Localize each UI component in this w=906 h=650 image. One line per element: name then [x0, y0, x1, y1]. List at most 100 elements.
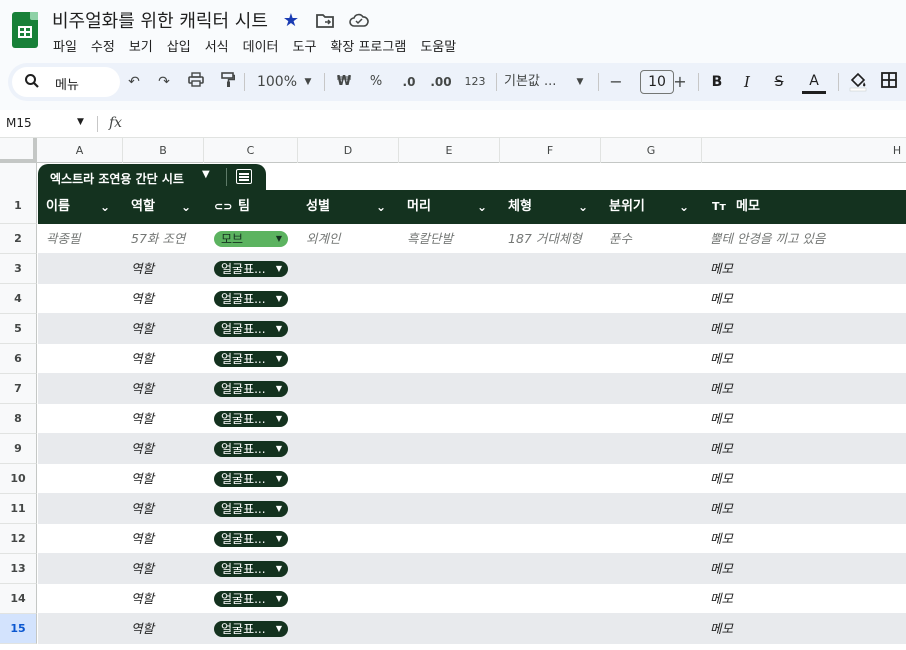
cell-gender[interactable]: [306, 254, 402, 284]
cell-mood[interactable]: [609, 464, 705, 494]
menu-view[interactable]: 보기: [122, 36, 160, 55]
redo-icon[interactable]: ↷: [154, 72, 174, 92]
cell-name[interactable]: [46, 254, 122, 284]
cell-body[interactable]: [508, 284, 604, 314]
sheet-grid[interactable]: A B C D E F G H 1 2 3 4 5 6 7 8 9 10 11 12 13 14 15 엑스…: [0, 138, 906, 650]
cell-name[interactable]: [46, 464, 122, 494]
document-title[interactable]: 비주얼화를 위한 캐릭터 시트: [52, 7, 268, 33]
menu-help[interactable]: 도움말: [413, 36, 463, 55]
column-header-g[interactable]: G: [601, 138, 702, 163]
cell-hair[interactable]: [407, 404, 503, 434]
cell-mood[interactable]: [609, 374, 705, 404]
table-header-memo[interactable]: Tт 메모: [702, 190, 906, 224]
cell-hair[interactable]: [407, 524, 503, 554]
chip-caret-icon[interactable]: ▼: [276, 381, 282, 397]
row-header[interactable]: 12: [0, 524, 37, 554]
cell-hair[interactable]: 흑칼단발: [407, 224, 503, 254]
cell-gender[interactable]: [306, 464, 402, 494]
cell-gender[interactable]: [306, 494, 402, 524]
row-header[interactable]: 11: [0, 494, 37, 524]
menu-file[interactable]: 파일: [46, 36, 84, 55]
cell-gender[interactable]: [306, 434, 402, 464]
cell-name[interactable]: [46, 344, 122, 374]
cell-mood[interactable]: [609, 314, 705, 344]
team-dropdown-chip[interactable]: 모브 ▼: [214, 231, 288, 247]
cell-memo[interactable]: 메모: [710, 524, 900, 554]
team-dropdown-chip[interactable]: 얼굴표... ▼: [214, 621, 288, 637]
cell-hair[interactable]: [407, 464, 503, 494]
cell-body[interactable]: [508, 434, 604, 464]
cell-hair[interactable]: [407, 554, 503, 584]
table-header-team[interactable]: ⊂⊃ 팀: [204, 190, 298, 224]
team-dropdown-chip[interactable]: 얼굴표... ▼: [214, 471, 288, 487]
increase-decimal-button[interactable]: .00: [428, 72, 454, 92]
cell-gender[interactable]: [306, 584, 402, 614]
cell-mood[interactable]: 푼수: [609, 224, 705, 254]
cell-hair[interactable]: [407, 614, 503, 644]
row-header[interactable]: 2: [0, 224, 37, 254]
cell-name[interactable]: 곽종필: [46, 224, 122, 254]
table-header-gender[interactable]: 성별 ⌄: [298, 190, 399, 224]
chip-caret-icon[interactable]: ▼: [276, 351, 282, 367]
percent-format-button[interactable]: %: [366, 72, 386, 92]
chip-caret-icon[interactable]: ▼: [276, 321, 282, 337]
team-dropdown-chip[interactable]: 얼굴표... ▼: [214, 411, 288, 427]
number-format-button[interactable]: 123: [462, 72, 488, 92]
cell-mood[interactable]: [609, 524, 705, 554]
cell-role[interactable]: 역할: [131, 254, 211, 284]
cell-role[interactable]: 역할: [131, 344, 211, 374]
cell-memo[interactable]: 메모: [710, 374, 900, 404]
cell-name[interactable]: [46, 524, 122, 554]
row-header[interactable]: 6: [0, 344, 37, 374]
sheets-logo-icon[interactable]: [12, 12, 38, 48]
font-select[interactable]: 기본값 ...: [504, 72, 568, 92]
chip-caret-icon[interactable]: ▼: [276, 501, 282, 517]
chevron-down-icon[interactable]: ⌄: [376, 190, 386, 224]
paint-format-icon[interactable]: [218, 72, 238, 92]
cell-memo[interactable]: 메모: [710, 614, 900, 644]
cell-memo[interactable]: 메모: [710, 284, 900, 314]
table-header-body[interactable]: 체형 ⌄: [500, 190, 601, 224]
cell-body[interactable]: [508, 524, 604, 554]
cell-body[interactable]: 187 거대체형: [508, 224, 604, 254]
cell-gender[interactable]: [306, 284, 402, 314]
row-header[interactable]: 10: [0, 464, 37, 494]
chevron-down-icon[interactable]: ⌄: [100, 190, 110, 224]
cell-role[interactable]: 역할: [131, 494, 211, 524]
cell-role[interactable]: 역할: [131, 374, 211, 404]
cell-name[interactable]: [46, 584, 122, 614]
cell-name[interactable]: [46, 434, 122, 464]
zoom-caret-icon[interactable]: ▼: [302, 72, 314, 92]
cell-name[interactable]: [46, 404, 122, 434]
team-dropdown-chip[interactable]: 얼굴표... ▼: [214, 501, 288, 517]
team-dropdown-chip[interactable]: 얼굴표... ▼: [214, 291, 288, 307]
chip-caret-icon[interactable]: ▼: [276, 531, 282, 547]
column-header-c[interactable]: C: [204, 138, 298, 163]
cell-name[interactable]: [46, 554, 122, 584]
cell-memo[interactable]: 메모: [710, 554, 900, 584]
cell-memo[interactable]: 뿔테 안경을 끼고 있음: [710, 224, 900, 254]
bold-button[interactable]: B: [708, 72, 726, 92]
cell-role[interactable]: 역할: [131, 434, 211, 464]
team-dropdown-chip[interactable]: 얼굴표... ▼: [214, 381, 288, 397]
cell-body[interactable]: [508, 314, 604, 344]
cell-gender[interactable]: [306, 614, 402, 644]
cell-gender[interactable]: [306, 344, 402, 374]
cell-hair[interactable]: [407, 284, 503, 314]
row-header[interactable]: 14: [0, 584, 37, 614]
cell-memo[interactable]: 메모: [710, 584, 900, 614]
cell-body[interactable]: [508, 584, 604, 614]
cell-gender[interactable]: [306, 314, 402, 344]
column-header-d[interactable]: D: [298, 138, 399, 163]
column-header-e[interactable]: E: [399, 138, 500, 163]
cell-role[interactable]: 역할: [131, 404, 211, 434]
menu-search[interactable]: 메뉴: [12, 67, 120, 97]
decrease-font-size-button[interactable]: −: [608, 72, 624, 92]
cell-memo[interactable]: 메모: [710, 494, 900, 524]
menu-extensions[interactable]: 확장 프로그램: [323, 36, 413, 55]
chevron-down-icon[interactable]: ▼: [202, 169, 210, 180]
font-caret-icon[interactable]: ▼: [574, 72, 586, 92]
chevron-down-icon[interactable]: ⌄: [578, 190, 588, 224]
cell-name[interactable]: [46, 614, 122, 644]
cell-body[interactable]: [508, 494, 604, 524]
